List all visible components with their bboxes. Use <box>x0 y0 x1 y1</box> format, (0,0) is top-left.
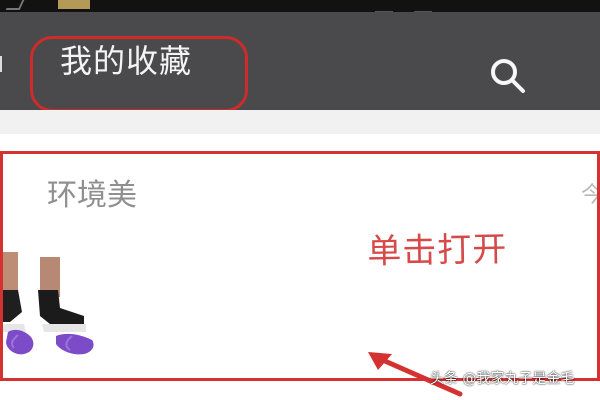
status-indicators <box>375 0 575 15</box>
item-highlight-annotation <box>0 151 600 381</box>
back-icon[interactable] <box>0 56 7 72</box>
search-icon[interactable] <box>486 54 530 98</box>
notification-icon <box>5 0 25 10</box>
status-badge <box>58 0 90 9</box>
title-highlight-annotation <box>30 36 248 112</box>
screenshot-stage: 我的收藏 环境美 今 单击打开 头条 @我家丸子是金毛 <box>0 0 600 400</box>
section-gap <box>0 110 600 134</box>
watermark-text: 头条 @我家丸子是金毛 <box>430 371 575 387</box>
top-header: 我的收藏 <box>0 12 600 112</box>
status-bar <box>0 0 600 15</box>
arrow-icon <box>368 352 463 397</box>
